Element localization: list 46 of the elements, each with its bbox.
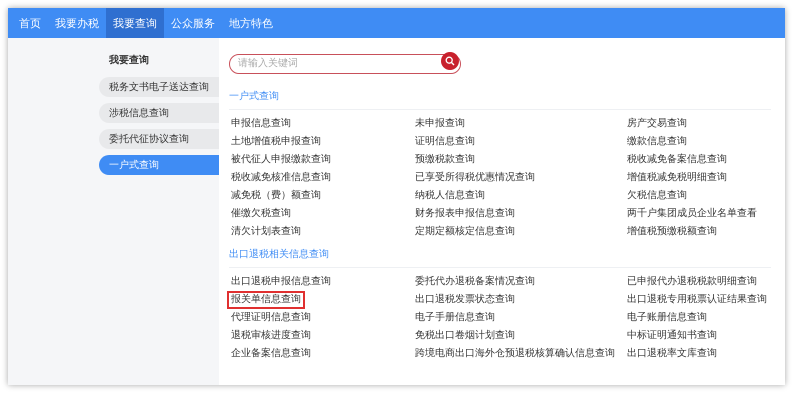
query-link[interactable]: 缴款信息查询 [623,133,691,151]
query-link[interactable]: 财务报表申报信息查询 [411,205,519,223]
query-link[interactable]: 土地增值税申报查询 [227,133,325,151]
query-link[interactable]: 催缴欠税查询 [227,205,295,223]
query-link[interactable]: 出口退税专用税票认证结果查询 [623,291,771,309]
query-link[interactable]: 已申报代办退税税款明细查询 [623,273,761,291]
query-link[interactable]: 增值税减免税明细查询 [623,169,731,187]
query-link[interactable]: 证明信息查询 [411,133,479,151]
query-link[interactable]: 报关单信息查询 [227,291,305,309]
query-link[interactable]: 预缴税款查询 [411,151,479,169]
section-title: 出口退税相关信息查询 [229,247,771,268]
query-link[interactable]: 电子手册信息查询 [411,309,499,327]
sidebar-item[interactable]: 税务文书电子送达查询 [99,77,219,97]
query-link[interactable]: 电子账册信息查询 [623,309,711,327]
sidebar-title: 我要查询 [109,54,150,68]
query-link[interactable]: 被代征人申报缴款查询 [227,151,335,169]
query-link[interactable]: 税收减免备案信息查询 [623,151,731,169]
query-link[interactable]: 代理证明信息查询 [227,309,315,327]
query-link[interactable]: 已享受所得税优惠情况查询 [411,169,539,187]
search-field[interactable]: 请输入关键词 [229,54,461,74]
sidebar-item[interactable]: 涉税信息查询 [99,103,219,123]
search-icon [445,56,455,66]
query-link[interactable]: 企业备案信息查询 [227,345,315,363]
query-link[interactable]: 清欠计划表查询 [227,223,305,241]
section-title: 一户式查询 [229,89,771,110]
query-link[interactable]: 两千户集团成员企业名单查看 [623,205,761,223]
query-link[interactable]: 免税出口卷烟计划查询 [411,327,519,345]
sidebar-item[interactable]: 委托代征协议查询 [99,129,219,149]
query-link[interactable]: 出口退税率文库查询 [623,345,721,363]
query-link[interactable]: 定期定额核定信息查询 [411,223,519,241]
query-link[interactable]: 申报信息查询 [227,115,295,133]
query-link[interactable]: 跨境电商出口海外仓预退税核算确认信息查询 [411,345,619,363]
nav-tab[interactable]: 我要查询 [106,8,164,38]
query-link[interactable]: 欠税信息查询 [623,187,691,205]
query-link[interactable]: 出口退税申报信息查询 [227,273,335,291]
query-link[interactable]: 退税审核进度查询 [227,327,315,345]
query-link[interactable]: 房产交易查询 [623,115,691,133]
query-link[interactable]: 未申报查询 [411,115,469,133]
query-link[interactable]: 中标证明通知书查询 [623,327,721,345]
query-link[interactable]: 委托代办退税备案情况查询 [411,273,539,291]
search-button[interactable] [441,52,459,70]
query-link[interactable]: 税收减免核准信息查询 [227,169,335,187]
query-link[interactable]: 纳税人信息查询 [411,187,489,205]
query-link[interactable]: 增值税预缴税额查询 [623,223,721,241]
query-link[interactable]: 出口退税发票状态查询 [411,291,519,309]
query-link[interactable]: 减免税（费）额查询 [227,187,325,205]
